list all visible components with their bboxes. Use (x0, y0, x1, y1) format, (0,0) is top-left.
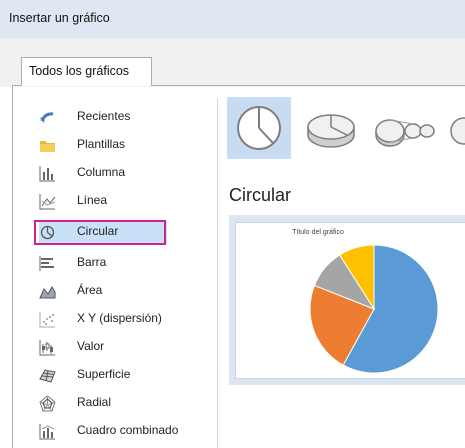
line-chart-icon (39, 194, 56, 210)
pie-subtype-icon (237, 106, 281, 150)
sidebar-item-area[interactable]: Área (39, 280, 167, 302)
sidebar-item-superficie[interactable]: Superficie (39, 364, 167, 386)
sidebar-item-label: Plantillas (77, 137, 126, 151)
folder-icon (40, 141, 55, 152)
subtype-pie-of-pie[interactable] (371, 97, 435, 159)
subtype-pie-3d[interactable] (299, 97, 363, 159)
sidebar-item-label: Valor (77, 339, 105, 353)
pie-3d-subtype-icon (307, 114, 355, 148)
column-chart-icon (39, 166, 55, 182)
sidebar-item-label: Superficie (77, 367, 131, 381)
sidebar-item-label: Radial (77, 395, 112, 409)
combo-chart-icon (39, 424, 55, 440)
panel-divider (217, 98, 218, 448)
sidebar-item-plantillas[interactable]: Plantillas (39, 134, 167, 156)
sidebar-item-columna[interactable]: Columna (39, 162, 167, 184)
recent-icon (40, 112, 54, 123)
chart-preview[interactable]: Título del gráfico (229, 215, 465, 385)
subtype-bar-of-pie[interactable] (443, 97, 465, 159)
title-bar: Insertar un gráfico (0, 0, 465, 38)
pie-of-pie-subtype-icon (375, 119, 435, 147)
sidebar-item-recientes[interactable]: Recientes (39, 106, 167, 128)
chart-preview-area: Título del gráfico (235, 222, 465, 379)
pie-chart (309, 244, 439, 373)
stock-chart-icon (39, 340, 55, 356)
bar-of-pie-subtype-icon (450, 117, 465, 145)
sidebar-item-radial[interactable]: Radial (39, 392, 167, 414)
tab-all-charts[interactable]: Todos los gráficos (21, 57, 152, 86)
dialog-border (12, 85, 13, 448)
sidebar-item-label: Columna (77, 165, 126, 179)
bar-chart-icon (39, 256, 54, 271)
sidebar-item-label: Recientes (77, 109, 131, 123)
area-chart-icon (39, 286, 56, 299)
scatter-chart-icon (39, 312, 55, 328)
sidebar-item-linea[interactable]: Línea (39, 190, 167, 212)
sidebar-item-label: Cuadro combinado (77, 423, 179, 437)
sidebar-item-label: X Y (dispersión) (77, 311, 162, 325)
subtype-pie[interactable] (227, 97, 291, 159)
surface-chart-icon (39, 369, 56, 383)
selection-highlight (34, 220, 166, 245)
sidebar-item-cuadro-combinado[interactable]: Cuadro combinado (39, 420, 178, 442)
sidebar-item-barra[interactable]: Barra (39, 252, 167, 274)
radar-chart-icon (39, 395, 56, 412)
window-title: Insertar un gráfico (9, 11, 110, 25)
tab-label: Todos los gráficos (29, 64, 130, 78)
sidebar-item-label: Área (77, 283, 103, 297)
sidebar-item-label: Barra (77, 255, 107, 269)
sidebar-item-xy-dispersion[interactable]: X Y (dispersión) (39, 308, 167, 330)
chart-type-heading: Circular (229, 185, 292, 205)
sidebar-item-valor[interactable]: Valor (39, 336, 167, 358)
sidebar-item-label: Línea (77, 193, 108, 207)
